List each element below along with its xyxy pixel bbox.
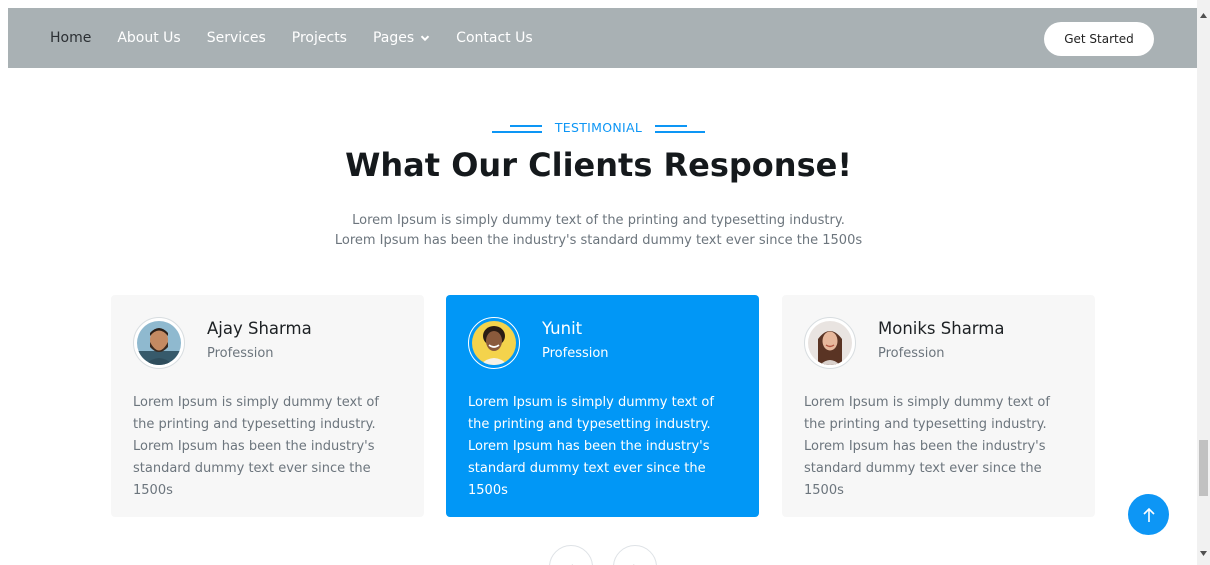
nav-links: Home About Us Services Projects Pages Co… [50,8,559,68]
scroll-up-arrow-icon[interactable] [1197,8,1210,22]
testimonial-name: Ajay Sharma [207,319,312,338]
chevron-down-icon [420,35,430,42]
avatar [804,317,856,369]
chevron-right-icon: › [633,560,638,565]
subtitle-line-2: Lorem Ipsum has been the industry's stan… [334,233,863,248]
get-started-button[interactable]: Get Started [1044,22,1154,56]
testimonial-text: Lorem Ipsum is simply dummy text of the … [804,395,1050,498]
eyebrow-lines-right-icon [655,123,706,133]
nav-link-services[interactable]: Services [207,30,266,46]
eyebrow-label: TESTIMONIAL [554,120,643,135]
nav-link-home[interactable]: Home [50,30,91,46]
testimonial-card: Ajay Sharma Profession Lorem Ipsum is si… [111,295,424,517]
avatar-woman-long-hair-icon [808,321,852,365]
navbar: Home About Us Services Projects Pages Co… [8,8,1197,68]
nav-link-projects[interactable]: Projects [292,30,347,46]
carousel-prev-button[interactable]: ‹ [549,545,593,565]
testimonial-role: Profession [542,346,609,361]
testimonial-text: Lorem Ipsum is simply dummy text of the … [133,395,379,498]
section-title: What Our Clients Response! [345,146,852,184]
section-eyebrow: TESTIMONIAL [0,120,1197,135]
testimonial-name: Yunit [542,319,583,338]
scroll-down-arrow-icon[interactable] [1197,546,1210,560]
testimonial-role: Profession [878,346,945,361]
nav-link-pages-label: Pages [372,30,415,46]
carousel-next-button[interactable]: › [613,545,657,565]
avatar-woman-smiling-icon [472,321,516,365]
nav-link-pages[interactable]: Pages [373,30,430,46]
back-to-top-button[interactable] [1128,494,1169,535]
section-subtitle: Lorem Ipsum is simply dummy text of the … [0,211,1197,251]
avatar-man-beard-icon [137,321,181,365]
scrollbar-thumb[interactable] [1199,440,1208,496]
chevron-left-icon: ‹ [569,560,574,565]
nav-link-contact-us[interactable]: Contact Us [456,30,532,46]
arrow-up-icon [1142,507,1155,522]
nav-link-about-us[interactable]: About Us [117,30,180,46]
page: Home About Us Services Projects Pages Co… [0,0,1197,565]
page-scrollbar[interactable] [1197,0,1210,565]
testimonial-text: Lorem Ipsum is simply dummy text of the … [468,395,714,498]
testimonial-name: Moniks Sharma [878,319,1005,338]
testimonial-role: Profession [207,346,274,361]
testimonial-card: Moniks Sharma Profession Lorem Ipsum is … [782,295,1095,517]
testimonial-card-featured: Yunit Profession Lorem Ipsum is simply d… [446,295,759,517]
subtitle-line-1: Lorem Ipsum is simply dummy text of the … [352,213,845,228]
avatar [468,317,520,369]
avatar [133,317,185,369]
eyebrow-lines-left-icon [491,123,542,133]
